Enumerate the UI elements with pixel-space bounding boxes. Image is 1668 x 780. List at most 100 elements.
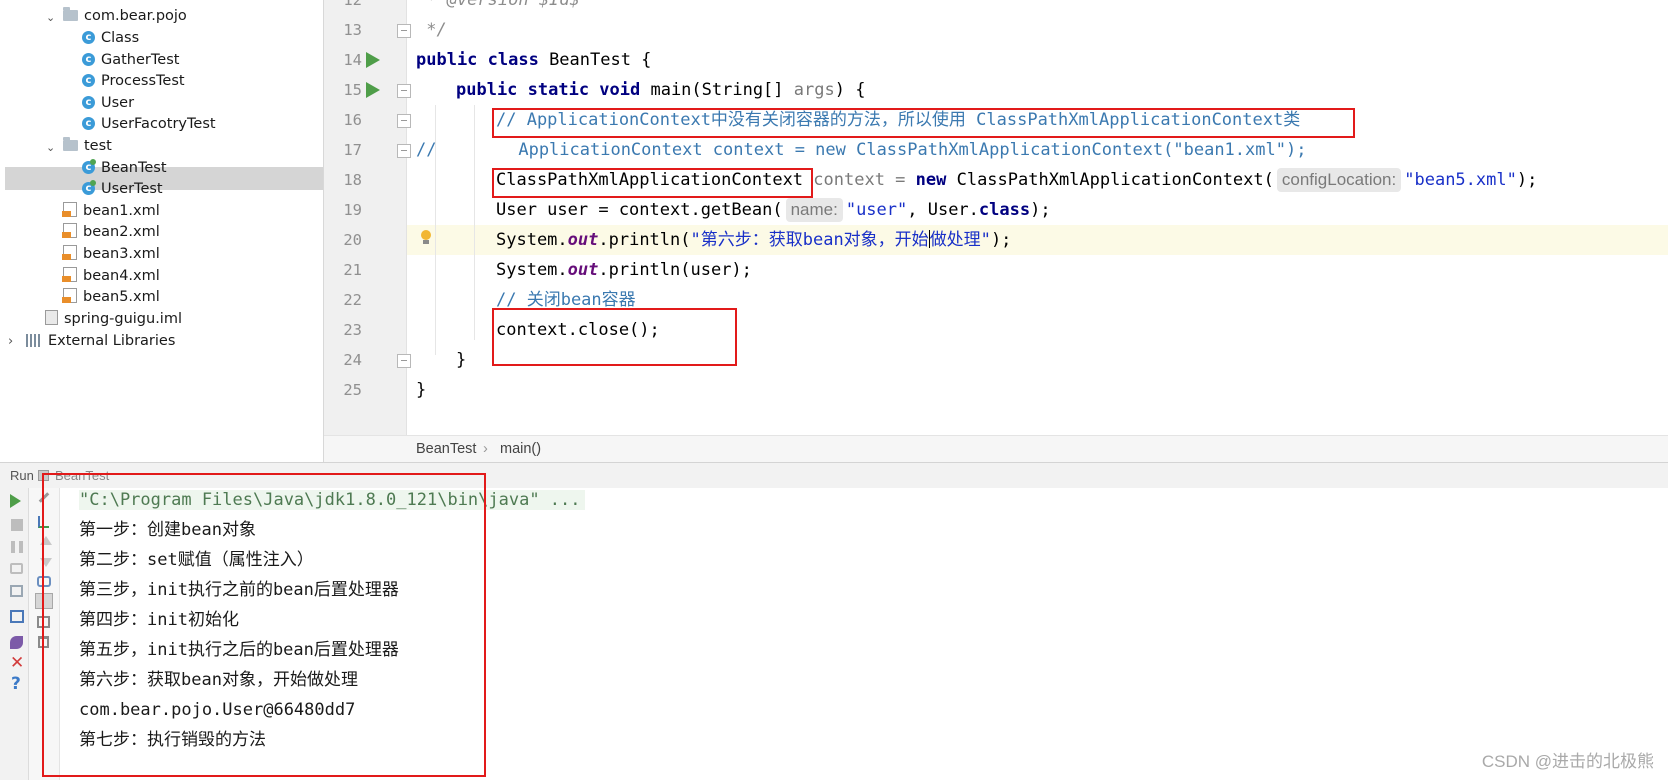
fold-marker-icon[interactable]: [397, 354, 411, 368]
tree-item-label: External Libraries: [48, 333, 176, 349]
tree-item-label: BeanTest: [101, 160, 167, 176]
chevron-down-icon[interactable]: ⌄: [46, 136, 55, 159]
chevron-down-icon[interactable]: ⌄: [46, 6, 55, 29]
test-class-icon: [82, 177, 96, 200]
tree-item-label: UserTest: [101, 181, 163, 197]
login-icon[interactable]: [10, 585, 23, 597]
library-icon: [26, 334, 42, 347]
code-text: System.: [496, 260, 568, 280]
breadcrumb: BeanTest › main(): [324, 435, 1668, 463]
pause-icon[interactable]: [11, 541, 23, 553]
tree-item-label: bean2.xml: [83, 224, 160, 240]
tree-item-label: bean5.xml: [83, 289, 160, 305]
tree-item-bean3-xml[interactable]: bean3.xml: [62, 243, 160, 266]
code-line-15: public static void main(String[] args) {: [456, 75, 865, 105]
run-class-icon[interactable]: [366, 52, 380, 68]
class-icon: [82, 48, 95, 71]
line-number: 15: [343, 81, 362, 99]
layout-icon[interactable]: [10, 610, 24, 623]
code-line-21: System.out.println(user);: [496, 255, 752, 285]
code-editor[interactable]: 12 13 14 15 16 17 18 19 20 21 22 23 24 2…: [324, 0, 1668, 435]
line-number: 13: [343, 21, 362, 39]
string-literal: "bean5.xml": [1404, 170, 1517, 190]
tree-item-bean2-xml[interactable]: bean2.xml: [62, 221, 160, 244]
line-number: 20: [343, 231, 362, 249]
code-line-20: System.out.println("第六步：获取bean对象，开始做处理")…: [496, 225, 1011, 255]
close-icon[interactable]: ✕: [10, 655, 24, 672]
keyword: new: [915, 170, 947, 190]
xml-file-icon: [62, 267, 77, 282]
code-line-13: */: [416, 20, 447, 40]
rerun-icon[interactable]: [10, 494, 21, 508]
code-line-25: }: [416, 380, 427, 400]
fold-marker-icon[interactable]: [397, 114, 411, 128]
xml-file-icon: [62, 288, 77, 303]
tree-item-label: bean4.xml: [83, 268, 160, 284]
tree-item-spring-guigu-iml[interactable]: spring-guigu.iml: [45, 308, 182, 331]
fold-marker-icon[interactable]: [397, 144, 411, 158]
code-text: BeanTest {: [538, 50, 652, 70]
module-file-icon: [45, 310, 58, 325]
run-panel-label: Run: [10, 468, 34, 483]
code-line-17: // ApplicationContext context = new Clas…: [416, 140, 1307, 160]
run-main-icon[interactable]: [366, 82, 380, 98]
code-text: context =: [803, 170, 916, 190]
tree-item-gathertest[interactable]: GatherTest: [82, 48, 179, 72]
breadcrumb-separator: ›: [483, 441, 488, 457]
code-text: );: [1516, 170, 1538, 190]
breadcrumb-method[interactable]: main(): [500, 436, 541, 463]
keyword: public static void: [456, 80, 641, 100]
tree-item-class[interactable]: Class: [82, 26, 140, 50]
tree-item-test[interactable]: test: [63, 135, 112, 158]
camera-icon[interactable]: [10, 563, 23, 574]
tree-item-bean4-xml[interactable]: bean4.xml: [62, 265, 160, 288]
parameter: args: [793, 80, 835, 100]
watermark: CSDN @进击的北极熊: [1481, 752, 1654, 771]
help-icon[interactable]: ?: [11, 676, 25, 693]
line-number: 18: [343, 171, 362, 189]
code-text: .println(user);: [598, 260, 752, 280]
tree-item-userfacotrytest[interactable]: UserFacotryTest: [82, 112, 216, 136]
class-icon: [82, 26, 95, 49]
tree-item-label: test: [84, 138, 112, 154]
test-class-icon: [82, 156, 96, 179]
code-text: ) {: [834, 80, 866, 100]
line-number: 23: [343, 321, 362, 339]
tree-item-processtest[interactable]: ProcessTest: [82, 69, 185, 93]
fold-marker-icon[interactable]: [397, 84, 411, 98]
tree-item-usertest[interactable]: UserTest: [82, 177, 163, 201]
code-line-19: User user = context.getBean(name: "user",…: [496, 195, 1051, 225]
code-text: User user = context.getBean(: [496, 200, 783, 220]
pin-icon[interactable]: [10, 636, 23, 649]
fold-marker-icon[interactable]: [397, 24, 411, 38]
tree-item-label: User: [101, 95, 135, 111]
class-icon: [82, 112, 95, 135]
static-field: out: [567, 260, 599, 280]
static-field: out: [567, 230, 599, 250]
stop-icon[interactable]: [11, 519, 23, 531]
code-text: main(String[]: [640, 80, 794, 100]
line-number: 17: [343, 141, 362, 159]
tree-item-bean5-xml[interactable]: bean5.xml: [62, 286, 160, 309]
tree-item-bean1-xml[interactable]: bean1.xml: [62, 200, 160, 223]
package-icon: [63, 137, 78, 151]
class-icon: [82, 69, 95, 92]
xml-file-icon: [62, 202, 77, 217]
package-icon: [63, 7, 78, 21]
line-number: 14: [343, 51, 362, 69]
tree-item-external-libraries[interactable]: External Libraries: [26, 330, 175, 353]
run-toolbar-primary: ✕ ?: [0, 488, 29, 780]
string-literal: "第六步：获取bean对象，开始: [690, 230, 929, 250]
parameter-hint: name:: [785, 198, 843, 222]
lightbulb-icon[interactable]: [420, 230, 432, 244]
tree-item-com-bear-pojo[interactable]: com.bear.pojo: [63, 5, 187, 28]
tree-item-label: ProcessTest: [101, 73, 185, 89]
string-literal: 做处理": [929, 230, 991, 250]
line-number: 24: [343, 351, 362, 369]
code-text: );: [990, 230, 1012, 250]
chevron-right-icon[interactable]: ›: [8, 330, 13, 353]
breadcrumb-class[interactable]: BeanTest: [416, 436, 476, 463]
tree-item-label: spring-guigu.iml: [64, 311, 182, 327]
tree-item-label: Class: [101, 30, 140, 46]
string-literal: "user": [845, 200, 908, 220]
